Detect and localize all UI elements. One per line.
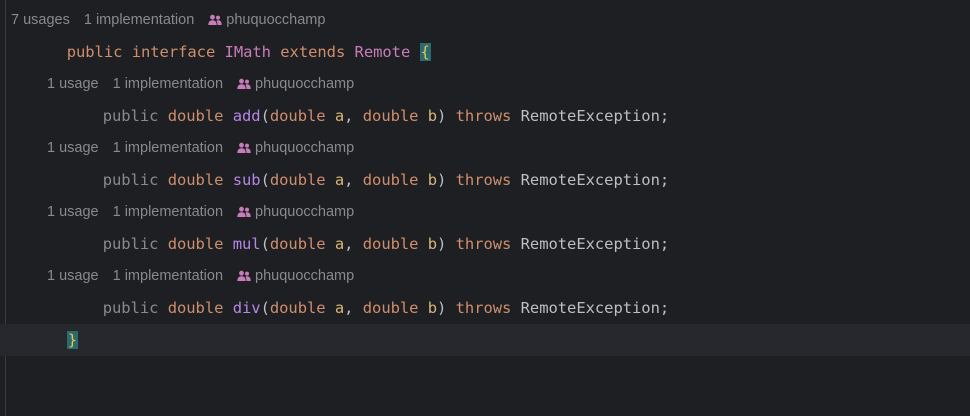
- code-line-method-add[interactable]: public double add(double a, double b) th…: [0, 100, 970, 132]
- keyword-throws: throws: [455, 107, 512, 125]
- code-editor[interactable]: 7 usages 1 implementation phuquocchamp p…: [0, 0, 970, 416]
- open-paren: (: [260, 235, 270, 253]
- keyword-throws: throws: [455, 235, 512, 253]
- code-line-method-mul[interactable]: public double mul(double a, double b) th…: [0, 228, 970, 260]
- param-name: b: [427, 299, 438, 317]
- return-type: double: [167, 107, 224, 125]
- param-name: a: [334, 107, 345, 125]
- code-line-method-div[interactable]: public double div(double a, double b) th…: [0, 292, 970, 324]
- exception-class[interactable]: RemoteException: [521, 171, 660, 189]
- interface-name[interactable]: IMath: [225, 43, 271, 61]
- code-line-interface-decl[interactable]: public interface IMath extends Remote {: [0, 36, 970, 68]
- param-type: double: [269, 235, 326, 253]
- return-type: double: [167, 235, 224, 253]
- keyword-interface: interface: [131, 43, 216, 61]
- comma: ,: [344, 235, 354, 253]
- method-name[interactable]: mul: [233, 235, 261, 253]
- param-type: double: [269, 171, 326, 189]
- open-paren: (: [260, 299, 270, 317]
- param-name: b: [427, 107, 438, 125]
- keyword-public: public: [102, 235, 159, 253]
- parent-interface-name[interactable]: Remote: [355, 43, 411, 61]
- param-name: a: [334, 171, 345, 189]
- comma: ,: [344, 299, 354, 317]
- close-paren: ): [437, 235, 447, 253]
- param-type: double: [269, 107, 326, 125]
- return-type: double: [167, 171, 224, 189]
- keyword-public: public: [102, 107, 159, 125]
- param-name: a: [334, 299, 345, 317]
- param-type: double: [269, 299, 326, 317]
- open-paren: (: [260, 107, 270, 125]
- keyword-public: public: [66, 43, 123, 61]
- open-paren: (: [260, 171, 270, 189]
- param-type: double: [362, 299, 419, 317]
- param-type: double: [362, 107, 419, 125]
- method-name[interactable]: sub: [233, 171, 261, 189]
- close-paren: ): [437, 107, 447, 125]
- open-brace: {: [419, 43, 431, 61]
- keyword-extends: extends: [280, 43, 346, 61]
- param-name: b: [427, 235, 438, 253]
- comma: ,: [344, 107, 354, 125]
- param-name: b: [427, 171, 438, 189]
- close-brace: }: [66, 331, 78, 349]
- comma: ,: [344, 171, 354, 189]
- return-type: double: [167, 299, 224, 317]
- code-line-method-sub[interactable]: public double sub(double a, double b) th…: [0, 164, 970, 196]
- code-line-close-brace[interactable]: }: [0, 324, 970, 356]
- semicolon: ;: [659, 171, 670, 189]
- param-type: double: [362, 171, 419, 189]
- exception-class[interactable]: RemoteException: [521, 235, 660, 253]
- semicolon: ;: [659, 299, 670, 317]
- exception-class[interactable]: RemoteException: [521, 299, 660, 317]
- method-name[interactable]: div: [233, 299, 261, 317]
- keyword-public: public: [102, 299, 159, 317]
- exception-class[interactable]: RemoteException: [521, 107, 660, 125]
- method-name[interactable]: add: [233, 107, 261, 125]
- semicolon: ;: [659, 107, 670, 125]
- param-name: a: [334, 235, 345, 253]
- keyword-public: public: [102, 171, 159, 189]
- semicolon: ;: [659, 235, 670, 253]
- close-paren: ): [437, 299, 447, 317]
- keyword-throws: throws: [455, 299, 512, 317]
- keyword-throws: throws: [455, 171, 512, 189]
- param-type: double: [362, 235, 419, 253]
- close-paren: ): [437, 171, 447, 189]
